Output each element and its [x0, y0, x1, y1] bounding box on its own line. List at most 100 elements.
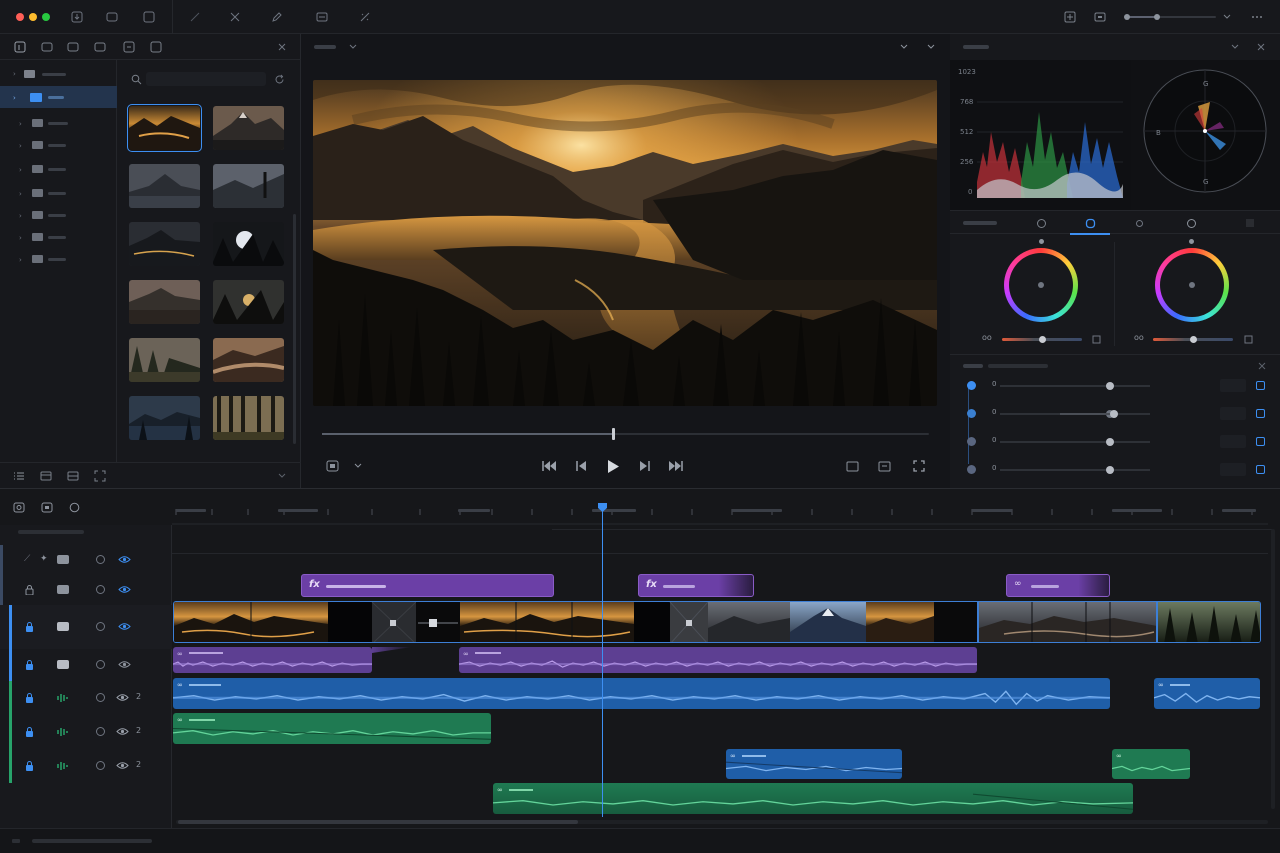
titles-icon[interactable] [93, 40, 107, 54]
adjust-enabled-dot[interactable] [967, 465, 976, 474]
refresh-icon[interactable] [272, 72, 286, 86]
photos-icon[interactable] [40, 40, 54, 54]
playback-scrubber[interactable] [322, 428, 929, 440]
chevron-down-icon[interactable] [275, 469, 289, 483]
close-icon[interactable] [1256, 360, 1268, 372]
link-wheels-icon[interactable]: oo [982, 333, 992, 342]
folder-row[interactable]: › [0, 112, 117, 134]
adjust-slider-knob[interactable] [1106, 438, 1114, 446]
snapping-icon[interactable] [12, 500, 26, 514]
folder-row[interactable]: › [0, 62, 117, 84]
audio-clip[interactable]: ∞ [726, 749, 902, 779]
library-scrollbar[interactable] [293, 214, 296, 444]
linked-selection-icon[interactable] [40, 500, 54, 514]
media-thumbnail[interactable] [129, 396, 200, 440]
scrollbar-thumb[interactable] [178, 820, 578, 824]
solo-icon[interactable] [96, 585, 105, 594]
tab-hsl-icon[interactable] [1184, 216, 1198, 230]
solo-icon[interactable] [96, 660, 105, 669]
step-forward-icon[interactable] [638, 459, 652, 473]
zoom-slider-knob[interactable] [1154, 14, 1160, 20]
more-icon[interactable] [1250, 10, 1264, 24]
folder-row[interactable]: › [0, 204, 117, 226]
step-back-icon[interactable] [574, 459, 588, 473]
chevron-down-icon[interactable] [1228, 41, 1242, 53]
media-thumbnail[interactable] [129, 280, 200, 324]
solo-icon[interactable] [96, 727, 105, 736]
effect-clip[interactable]: fx [638, 574, 754, 597]
lock-icon[interactable] [24, 692, 34, 704]
collapse-icon[interactable] [275, 40, 289, 54]
visibility-eye-icon[interactable] [117, 659, 131, 670]
play-icon[interactable] [605, 458, 621, 474]
chevron-down-icon[interactable] [897, 41, 911, 53]
zoom-window-button[interactable] [42, 13, 50, 21]
wand-icon[interactable]: ⟋ [24, 554, 30, 564]
visibility-eye-icon[interactable] [115, 760, 129, 771]
collapse-icon[interactable] [1254, 41, 1268, 53]
keyframe-icon[interactable] [1256, 409, 1265, 418]
video-track-clips[interactable] [173, 601, 1261, 643]
lock-icon[interactable] [24, 726, 34, 738]
media-thumbnail[interactable] [129, 164, 200, 208]
adjust-slider-knob[interactable] [1106, 466, 1114, 474]
wheel-slider[interactable] [1002, 336, 1082, 343]
transitions-icon[interactable] [122, 40, 136, 54]
audio-clip[interactable]: ∞ [173, 647, 372, 673]
solo-icon[interactable] [96, 622, 105, 631]
effect-clip[interactable]: ∞ [1006, 574, 1110, 597]
audio-clip[interactable]: ∞ [459, 647, 977, 673]
tab-wheels-icon[interactable] [1034, 216, 1048, 230]
audio-clip[interactable]: ∞ [173, 678, 1110, 709]
skip-back-icon[interactable] [541, 459, 557, 473]
media-thumbnail-selected[interactable] [127, 104, 202, 152]
wheel-slider-knob[interactable] [1190, 336, 1197, 343]
media-thumbnail[interactable] [213, 106, 284, 150]
adjust-value-field[interactable] [1220, 463, 1246, 476]
generators-icon[interactable] [149, 40, 163, 54]
edit-tool-icon[interactable] [270, 10, 284, 24]
visibility-eye-icon[interactable] [115, 726, 129, 737]
effect-clip[interactable]: fx [301, 574, 554, 597]
media-thumbnail[interactable] [129, 338, 200, 382]
wheel-master-knob[interactable] [1189, 239, 1194, 244]
list-view-icon[interactable] [12, 469, 26, 483]
audio-clip[interactable]: ∞ [1154, 678, 1260, 709]
lock-icon[interactable] [24, 659, 34, 671]
audio-clip[interactable]: ∞ [1112, 749, 1190, 779]
folder-row[interactable]: › [0, 226, 117, 248]
media-thumbnail[interactable] [213, 396, 284, 440]
lock-icon[interactable] [24, 621, 34, 633]
music-icon[interactable] [66, 40, 80, 54]
transform-tool-icon[interactable] [228, 10, 242, 24]
folder-row[interactable]: › [0, 158, 117, 180]
wheel-options-icon[interactable] [1242, 333, 1254, 345]
media-pool-icon[interactable] [105, 10, 119, 24]
wheel-center-puck[interactable] [1038, 282, 1044, 288]
adjust-slider[interactable] [1000, 438, 1150, 446]
keyframe-icon[interactable] [1256, 381, 1265, 390]
keyframe-icon[interactable] [1256, 437, 1265, 446]
wheel-slider-knob[interactable] [1039, 336, 1046, 343]
cut-tool-icon[interactable] [188, 10, 202, 24]
folder-row[interactable]: › [0, 134, 117, 156]
tab-color-icon[interactable] [1083, 216, 1097, 230]
wheel-slider[interactable] [1153, 336, 1233, 343]
chevron-down-icon[interactable] [347, 41, 359, 53]
media-thumbnail[interactable] [129, 222, 200, 266]
minimize-window-button[interactable] [29, 13, 37, 21]
tab-curves-icon[interactable] [1132, 216, 1146, 230]
chevron-down-icon[interactable] [352, 460, 364, 472]
media-thumbnail[interactable] [213, 280, 284, 324]
color-wheel-lift[interactable] [1004, 248, 1078, 322]
chevron-down-icon[interactable] [924, 41, 938, 53]
adjust-slider[interactable] [1000, 466, 1150, 474]
timeline-playhead[interactable] [602, 503, 603, 817]
zoom-slider[interactable] [1124, 14, 1216, 20]
timeline-ruler[interactable] [172, 501, 1268, 525]
search-input[interactable] [146, 72, 266, 86]
visibility-eye-icon[interactable] [117, 584, 131, 595]
keyframe-icon[interactable] [1256, 465, 1265, 474]
media-thumbnail[interactable] [213, 164, 284, 208]
wheel-options-icon[interactable] [1090, 333, 1102, 345]
